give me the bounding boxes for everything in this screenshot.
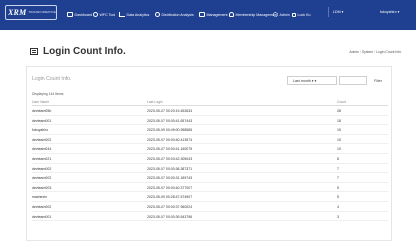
cell-last-login: 2023-05-09 00:28:47.574907 [147, 195, 193, 200]
table-header: User Name Last Login Count [32, 99, 388, 106]
nav-admin[interactable]: Admin [273, 10, 290, 19]
cell-last-login: 2023-05-07 00:00:40.413574 [147, 137, 193, 142]
cell-last-login: 2023-05-07 00:00:40.377007 [147, 185, 193, 190]
logo-text: TRANSFORMATIVE [28, 10, 56, 14]
language-dropdown[interactable]: LDM ▾ [328, 7, 356, 17]
users-icon [229, 12, 234, 17]
list-icon [30, 48, 38, 55]
breadcrumb-separator: / [359, 50, 361, 54]
cell-count: 18 [337, 118, 341, 123]
gauge-icon [155, 12, 160, 17]
cell-user: mashexin [32, 195, 47, 200]
nav-wfc-tool[interactable]: WFC Tool [93, 10, 115, 19]
cell-last-login: 2023-05-09 00:49:00.958585 [147, 128, 193, 133]
period-select[interactable]: Last month ▾ ▾ [287, 76, 337, 85]
table-row: fukuyahiro 2023-05-09 00:49:00.958585 15 [32, 125, 388, 135]
cell-user: fukuyahiro [32, 128, 49, 133]
chart-icon [119, 12, 125, 17]
nav-lock[interactable]: Lock Ku [292, 10, 311, 19]
table-row: devteam044 2023-05-07 00:00:41.160075 10 [32, 144, 388, 154]
cell-count: 8 [337, 156, 339, 161]
table-body: devteam05b 2023-05-07 00:20:19.452634 28 d… [32, 106, 388, 222]
nav-membership-management-label: Membership Management [235, 12, 278, 17]
table-row: devteam002 2023-05-07 00:00:37.960024 4 [32, 202, 388, 212]
monitor-icon [67, 12, 73, 17]
table-row: devteam001 2023-05-07 00:00:39.543756 3 [32, 212, 388, 222]
table-row: mashexin 2023-05-09 00:28:47.574907 5 [32, 192, 388, 202]
breadcrumb-system[interactable]: System [362, 50, 373, 54]
cell-user: devteam05b [32, 109, 52, 113]
page-header: Login Count Info. [30, 46, 126, 57]
cell-last-login: 2023-05-07 00:20:19.452634 [147, 109, 193, 113]
nav-distribution-analysis-label: Distribution Analysis [161, 12, 194, 17]
page-title: Login Count Info. [43, 46, 126, 57]
cell-last-login: 2023-05-07 00:00:37.960024 [147, 204, 193, 209]
table-row: devteam05b 2023-05-07 00:20:19.452634 28 [32, 106, 388, 116]
display-count: Displaying 144 Items [32, 92, 64, 96]
nav-management-label: Management [206, 12, 228, 17]
cell-user: devteam001 [32, 118, 52, 123]
cell-user: devteam002 [32, 176, 52, 181]
cell-user: devteam021 [32, 156, 52, 161]
top-navbar: XRM TRANSFORMATIVE Dashboard WFC Tool Da… [0, 0, 416, 30]
column-header-user-name[interactable]: User Name [32, 100, 49, 104]
breadcrumb: Admin/System/Login Count Info. [349, 50, 402, 54]
cell-last-login: 2023-05-07 00:03:42.305043 [147, 156, 193, 161]
cell-count: 5 [337, 185, 339, 190]
lock-icon [292, 12, 296, 17]
filter-input[interactable] [339, 76, 367, 85]
nav-admin-label: Admin [279, 12, 290, 17]
cell-count: 5 [337, 195, 339, 200]
cell-count: 3 [337, 214, 339, 219]
cell-user: devteam003 [32, 185, 52, 190]
nav-wfc-tool-label: WFC Tool [99, 12, 116, 17]
gear-icon [273, 12, 278, 17]
panel-title: Login Count Info. [32, 76, 72, 82]
nav-membership-management[interactable]: Membership Management [229, 10, 277, 19]
cell-user: devteam044 [32, 147, 52, 152]
cell-user: devteam002 [32, 204, 52, 209]
cell-user: devteam002 [32, 137, 52, 142]
window-icon [199, 12, 205, 17]
filter-button[interactable]: Filter [369, 76, 387, 85]
cell-last-login: 2023-05-07 00:00:39.543756 [147, 214, 193, 219]
cell-user: devteam002 [32, 166, 52, 171]
user-menu[interactable]: fukuyahiro ▾ [380, 7, 416, 17]
cell-user: devteam001 [32, 214, 52, 219]
clock-icon [93, 12, 98, 17]
table-row: devteam003 2023-05-07 00:00:40.377007 5 [32, 183, 388, 193]
logo-mark: XRM [8, 8, 27, 17]
cell-count: 28 [337, 109, 341, 113]
column-header-count[interactable]: Count [337, 100, 346, 104]
nav-distribution-analysis[interactable]: Distribution Analysis [155, 10, 194, 19]
cell-count: 15 [337, 128, 341, 133]
cell-count: 15 [337, 137, 341, 142]
nav-data-analytics[interactable]: Data Analytics [119, 10, 149, 19]
table-row: devteam002 2023-05-07 00:00:36.387371 7 [32, 164, 388, 174]
cell-count: 10 [337, 147, 341, 152]
nav-dashboard[interactable]: Dashboard [67, 10, 92, 19]
breadcrumb-current: Login Count Info. [376, 50, 402, 54]
login-count-panel: Login Count Info. Last month ▾ ▾ Filter … [26, 66, 392, 241]
table-row: devteam002 2023-05-07 00:00:31.189743 7 [32, 173, 388, 183]
nav-dashboard-label: Dashboard [74, 12, 93, 17]
table-row: devteam001 2023-05-07 00:00:41.657443 18 [32, 116, 388, 126]
nav-lock-label: Lock Ku [297, 12, 311, 17]
cell-last-login: 2023-05-07 00:00:36.387371 [147, 166, 193, 171]
table-row: devteam002 2023-05-07 00:00:40.413574 15 [32, 135, 388, 145]
breadcrumb-admin[interactable]: Admin [349, 50, 359, 54]
logo[interactable]: XRM TRANSFORMATIVE [5, 5, 57, 20]
cell-count: 7 [337, 176, 339, 181]
table-row: devteam021 2023-05-07 00:03:42.305043 8 [32, 154, 388, 164]
column-header-last-login[interactable]: Last Login [147, 100, 163, 104]
nav-management[interactable]: Management [199, 10, 227, 19]
cell-count: 7 [337, 166, 339, 171]
nav-data-analytics-label: Data Analytics [126, 12, 150, 17]
cell-last-login: 2023-05-07 00:00:31.189743 [147, 176, 193, 181]
cell-count: 4 [337, 204, 339, 209]
cell-last-login: 2023-05-07 00:00:41.657443 [147, 118, 193, 123]
cell-last-login: 2023-05-07 00:00:41.160075 [147, 147, 193, 152]
